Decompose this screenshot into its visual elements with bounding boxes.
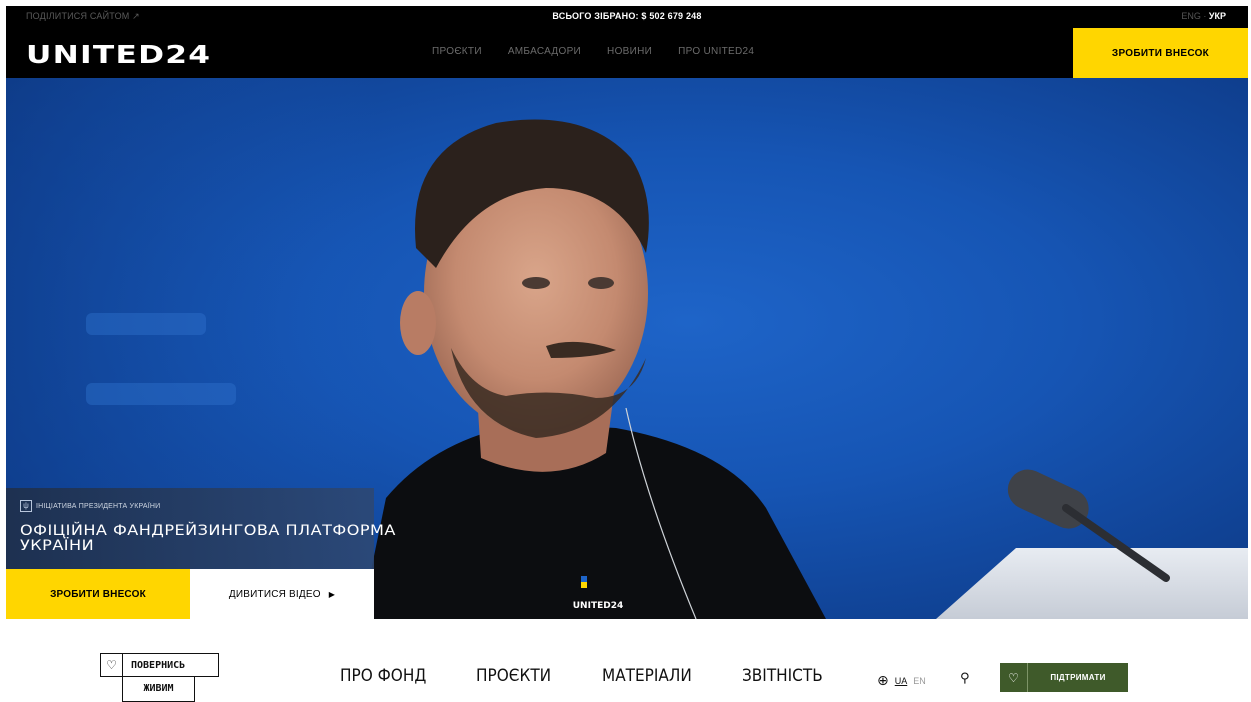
flag-blue — [581, 576, 587, 582]
heart-icon: ♡ — [101, 654, 123, 676]
trident-icon: ψ — [20, 500, 32, 512]
nav-materials[interactable]: МАТЕРІАЛИ — [602, 666, 728, 686]
hero-caption-panel: ψ ІНІЦІАТИВА ПРЕЗИДЕНТА УКРАЇНИ ОФІЦІЙНА… — [6, 488, 395, 569]
play-icon: ▶ — [328, 589, 336, 599]
povernys-logo[interactable]: ♡ ПОВЕРНИСЬ ЖИВИМ — [100, 653, 220, 702]
lang-ukr[interactable]: УКР — [1209, 11, 1226, 21]
hero-banner: UNITED24 ψ ІНІЦІАТИВА ПРЕЗИДЕНТА УКРАЇНИ… — [6, 78, 1248, 619]
povernys-nav-links: ПРО ФОНД ПРОЄКТИ МАТЕРІАЛИ ЗВІТНІСТЬ — [340, 666, 832, 686]
nav-links: ПРОЄКТИ АМБАСАДОРИ НОВИНИ ПРО UNITED24 — [432, 46, 754, 57]
nav-ambassadors[interactable]: АМБАСАДОРИ — [508, 46, 581, 57]
language-switcher: ENG · УКР — [1181, 11, 1226, 21]
heart-icon: ♡ — [1000, 663, 1028, 692]
povernys-navbar: ♡ ПОВЕРНИСЬ ЖИВИМ ПРО ФОНД ПРОЄКТИ МАТЕР… — [0, 619, 1251, 702]
pz-language-switcher: ⊕ UA EN — [877, 672, 926, 689]
donate-button-header[interactable]: ЗРОБИТИ ВНЕСОК — [1073, 28, 1248, 78]
support-label: ПІДТРИМАТИ — [1050, 673, 1106, 682]
lang-en[interactable]: EN — [913, 676, 926, 686]
total-raised-counter: ВСЬОГО ЗІБРАНО: $ 502 679 248 — [552, 11, 702, 21]
main-navigation: UNITED24 ПРОЄКТИ АМБАСАДОРИ НОВИНИ ПРО U… — [6, 28, 1248, 78]
donate-button-hero[interactable]: ЗРОБИТИ ВНЕСОК — [6, 569, 190, 619]
watch-video-button[interactable]: ДИВИТИСЯ ВІДЕО ▶ — [190, 569, 374, 619]
watch-video-label: ДИВИТИСЯ ВІДЕО — [228, 588, 321, 600]
sweater-logo-text: UNITED24 — [573, 601, 623, 611]
united24-site: ПОДІЛИТИСЯ САЙТОМ ↗ ВСЬОГО ЗІБРАНО: $ 50… — [6, 6, 1248, 619]
nav-reports[interactable]: ЗВІТНІСТЬ — [742, 666, 823, 686]
nav-about-fund[interactable]: ПРО ФОНД — [340, 666, 462, 686]
logo-text-line1: ПОВЕРНИСЬ — [131, 659, 186, 671]
flag-yellow — [581, 582, 587, 588]
logo-text-line2: ЖИВИМ — [122, 675, 195, 702]
lang-eng[interactable]: ENG — [1181, 11, 1201, 21]
search-icon[interactable]: ⚲ — [960, 670, 970, 686]
top-info-bar: ПОДІЛИТИСЯ САЙТОМ ↗ ВСЬОГО ЗІБРАНО: $ 50… — [6, 6, 1248, 28]
nav-news[interactable]: НОВИНИ — [607, 46, 652, 57]
globe-icon: ⊕ — [877, 672, 889, 688]
initiative-label: ІНІЦІАТИВА ПРЕЗИДЕНТА УКРАЇНИ — [36, 503, 161, 510]
nav-projects[interactable]: ПРОЄКТИ — [432, 46, 482, 57]
logo-row-top: ♡ ПОВЕРНИСЬ — [100, 653, 219, 677]
hero-headline: ОФІЦІЙНА ФАНДРЕЙЗИНГОВА ПЛАТФОРМА УКРАЇН… — [20, 523, 396, 554]
support-button[interactable]: ♡ ПІДТРИМАТИ — [1000, 663, 1128, 692]
nav-projects-pz[interactable]: ПРОЄКТИ — [476, 666, 589, 686]
nav-about[interactable]: ПРО UNITED24 — [678, 46, 754, 57]
united24-logo[interactable]: UNITED24 — [26, 40, 211, 69]
lang-ua[interactable]: UA — [895, 676, 908, 686]
